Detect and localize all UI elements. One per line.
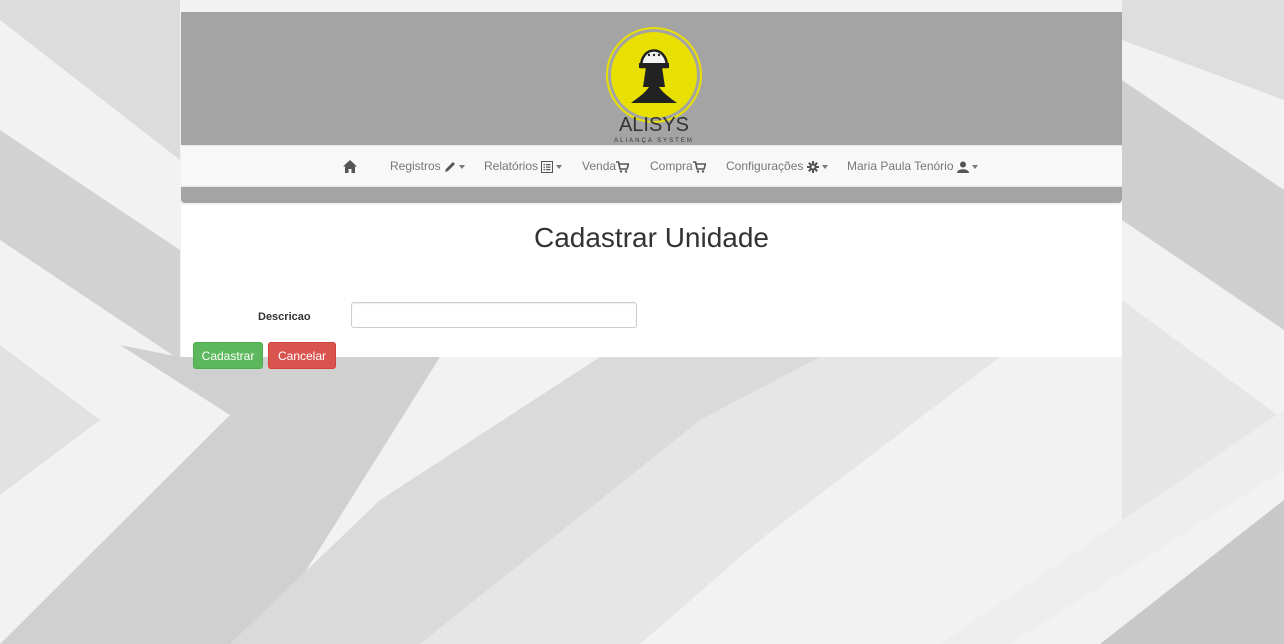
cadastrar-button[interactable]: Cadastrar [193,342,263,369]
nav-relatorios-label: Relatórios [484,159,539,173]
main-content: Cadastrar Unidade Descricao Cadastrar Ca… [181,205,1122,369]
chevron-down-icon [971,164,978,169]
nav-compra[interactable]: Compra [650,146,707,186]
nav-venda-label: Venda [582,159,617,173]
pencil-icon [445,161,456,172]
shopping-cart-icon [692,161,707,173]
nav-registros[interactable]: Registros [390,146,466,186]
nav-compra-label: Compra [650,159,693,173]
page-frame: ALISYS ALIANÇA SYSTEM Registros Relatóri… [181,12,1122,369]
descricao-label: Descricao [258,311,311,323]
nav-home[interactable] [343,146,357,186]
home-icon [343,160,357,174]
nav-configuracoes[interactable]: Configurações [726,146,828,186]
list-alt-icon [541,160,554,173]
svg-text:ALISYS: ALISYS [619,114,689,136]
chevron-down-icon [821,164,828,169]
nav-venda[interactable]: Venda [582,146,630,186]
page-title: Cadastrar Unidade [533,222,770,253]
site-header: ALISYS ALIANÇA SYSTEM Registros Relatóri… [181,12,1122,203]
nav-relatorios[interactable]: Relatórios [484,146,563,186]
chevron-down-icon [459,164,466,169]
svg-text:ALIANÇA SYSTEM: ALIANÇA SYSTEM [614,138,694,144]
chevron-down-icon [556,164,563,169]
navbar: Registros Relatórios Venda Compra Config… [181,145,1122,187]
cancelar-button[interactable]: Cancelar [268,342,336,369]
nav-configuracoes-label: Configurações [726,159,804,173]
nav-user-label: Maria Paula Tenório [847,159,954,173]
user-icon [956,161,969,173]
shopping-cart-icon [616,161,630,173]
nav-registros-label: Registros [390,159,441,173]
descricao-input[interactable] [351,302,637,328]
nav-user-menu[interactable]: Maria Paula Tenório [847,146,978,186]
cog-icon [806,160,819,173]
alisys-logo: ALISYS ALIANÇA SYSTEM [606,27,702,144]
